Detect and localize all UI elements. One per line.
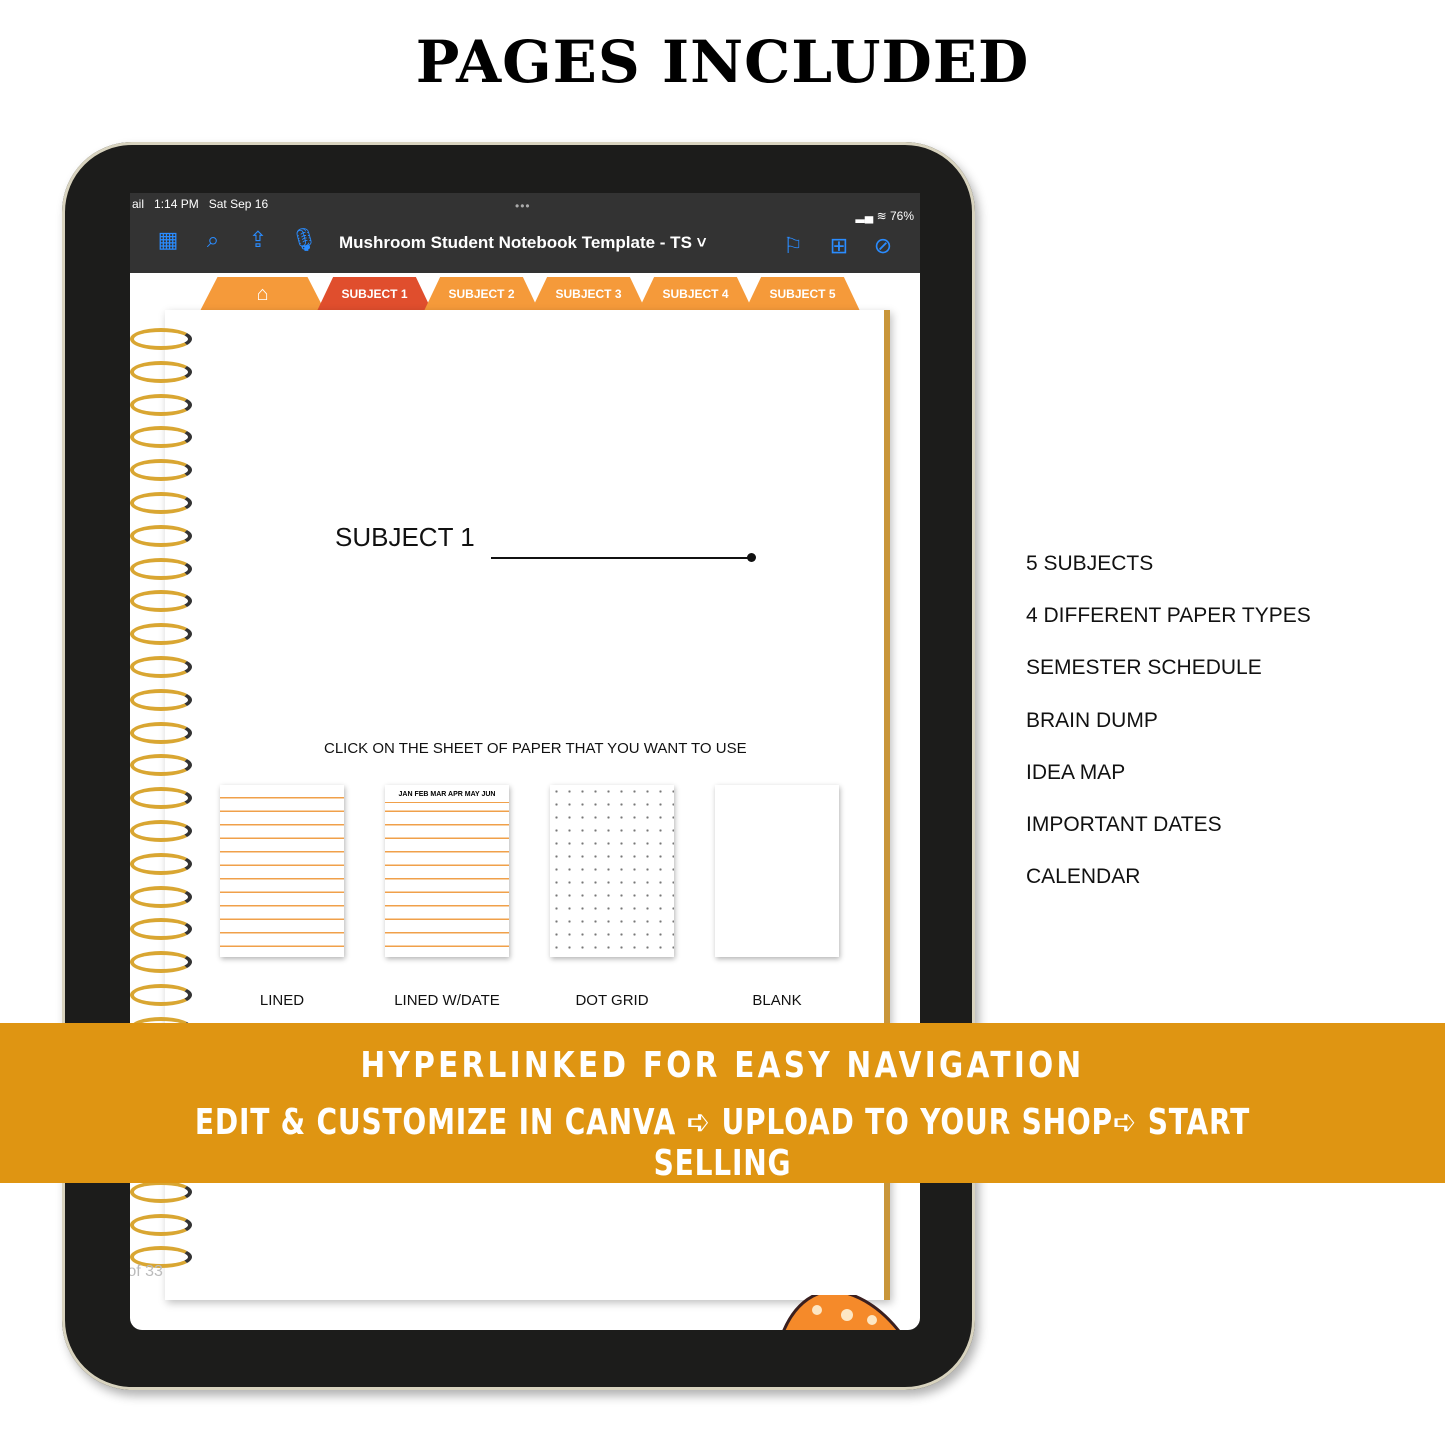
feature-item: BRAIN DUMP: [1026, 708, 1158, 732]
tablet-frame: ail 1:14 PM Sat Sep 16 ••• ▂▄ ≋ 76% ▦ ⌕ …: [62, 142, 975, 1390]
title-line-dot: [747, 553, 756, 562]
document-title[interactable]: Mushroom Student Notebook Template - TS …: [339, 233, 707, 253]
app-toolbar: ail 1:14 PM Sat Sep 16 ••• ▂▄ ≋ 76% ▦ ⌕ …: [130, 193, 920, 273]
status-right: ▂▄ ≋ 76%: [855, 209, 914, 223]
page-heading: PAGES INCLUDED: [415, 28, 1030, 96]
spiral-ring: [130, 557, 192, 580]
pencil-icon[interactable]: ⊘: [870, 233, 896, 259]
spiral-ring: [130, 656, 192, 678]
spiral-ring: [130, 984, 192, 1006]
search-icon[interactable]: ⌕: [200, 227, 226, 253]
home-icon: ⌂: [256, 282, 269, 305]
spiral-ring: [130, 885, 192, 908]
label-dot-grid: DOT GRID: [575, 992, 649, 1009]
feature-item: SEMESTER SCHEDULE: [1026, 656, 1262, 680]
subject-title: SUBJECT 1: [335, 522, 475, 552]
label-blank: BLANK: [752, 992, 802, 1009]
spiral-ring: [130, 721, 192, 744]
paper-lined-date[interactable]: JAN FEB MAR APR MAY JUN: [385, 785, 509, 957]
bookmark-icon[interactable]: ⚐: [780, 233, 806, 259]
tab-subject-3[interactable]: SUBJECT 3: [531, 277, 646, 311]
tab-subject-5[interactable]: SUBJECT 5: [745, 277, 860, 311]
tab-subject-1[interactable]: SUBJECT 1: [317, 277, 432, 311]
tab-home[interactable]: ⌂: [200, 277, 325, 311]
share-icon[interactable]: ⇪: [245, 227, 271, 253]
subject-tabs: ⌂ SUBJECT 1 SUBJECT 2 SUBJECT 3 SUBJECT …: [200, 277, 860, 313]
spiral-ring: [130, 688, 192, 711]
spiral-ring: [130, 393, 192, 416]
promo-banner: HYPERLINKED FOR EASY NAVIGATION EDIT & C…: [0, 1023, 1445, 1184]
add-page-icon[interactable]: ⊞: [826, 233, 852, 259]
label-lined: LINED: [259, 992, 305, 1009]
paper-dot-grid[interactable]: [550, 785, 674, 957]
label-lined-date: LINED W/DATE: [394, 992, 500, 1009]
feature-list: 5 SUBJECTS 4 DIFFERENT PAPER TYPES SEMES…: [1026, 552, 1311, 917]
paper-blank[interactable]: [715, 785, 839, 957]
spiral-ring: [130, 852, 192, 875]
tab-subject-4[interactable]: SUBJECT 4: [638, 277, 753, 311]
page-counter: 9 of 33: [130, 1263, 163, 1280]
spiral-ring: [130, 492, 192, 514]
title-line: [491, 557, 751, 559]
feature-item: 5 SUBJECTS: [1026, 552, 1154, 575]
spiral-ring: [130, 524, 192, 547]
document-title-text: Mushroom Student Notebook Template - TS: [339, 233, 692, 252]
spiral-ring: [130, 820, 192, 842]
banner-line-2: EDIT & CUSTOMIZE IN CANVA ➪ UPLOAD TO YO…: [194, 1102, 1251, 1184]
date: Sat Sep 16: [208, 197, 269, 211]
month-header: JAN FEB MAR APR MAY JUN: [385, 785, 509, 803]
banner-line-1: HYPERLINKED FOR EASY NAVIGATION: [360, 1045, 1085, 1086]
battery: 76%: [889, 209, 914, 223]
feature-item: IMPORTANT DATES: [1026, 812, 1222, 836]
status-left: ail 1:14 PM Sat Sep 16: [132, 197, 268, 211]
carrier: ail: [132, 197, 145, 211]
spiral-ring: [130, 1213, 192, 1236]
time: 1:14 PM: [154, 197, 199, 211]
feature-item: CALENDAR: [1026, 865, 1141, 889]
feature-item: 4 DIFFERENT PAPER TYPES: [1026, 604, 1311, 628]
microphone-icon[interactable]: 🎙: [290, 227, 318, 253]
paper-lined[interactable]: [220, 785, 344, 957]
spiral-ring: [130, 360, 192, 383]
spiral-ring: [130, 1180, 192, 1203]
feature-item: IDEA MAP: [1026, 760, 1126, 784]
more-dots-icon[interactable]: •••: [515, 199, 531, 213]
mushroom-illustration: [782, 1295, 900, 1330]
instruction-text: CLICK ON THE SHEET OF PAPER THAT YOU WAN…: [324, 740, 747, 757]
grid-icon[interactable]: ▦: [155, 227, 181, 253]
tab-subject-2[interactable]: SUBJECT 2: [424, 277, 539, 311]
spiral-ring: [130, 328, 192, 350]
